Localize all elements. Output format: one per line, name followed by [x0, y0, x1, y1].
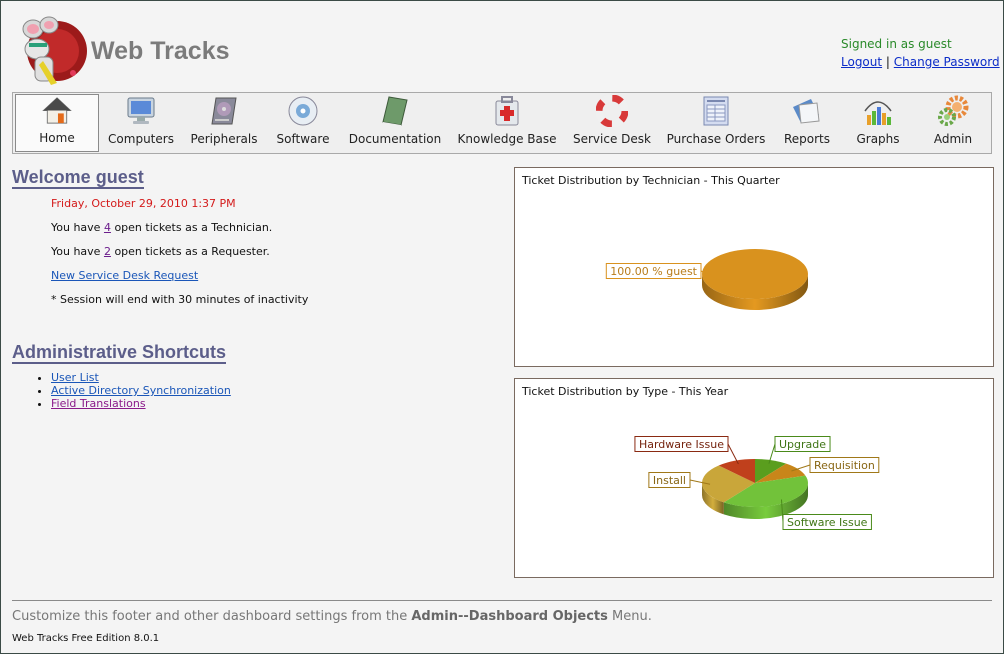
user-box: Signed in as guest Logout | Change Passw… [841, 35, 1000, 71]
nav-label: Reports [783, 132, 831, 146]
pie-label-software-issue: Software Issue [787, 516, 868, 529]
home-icon [42, 97, 72, 124]
shortcuts-list: User List Active Directory Synchronizati… [33, 371, 231, 410]
nav-label: Graphs [856, 132, 900, 146]
first-aid-kit-icon [495, 96, 519, 126]
text: open tickets as a Requester. [110, 245, 270, 258]
text: Menu. [607, 609, 652, 624]
gears-icon [938, 95, 969, 126]
new-service-desk-request-link[interactable]: New Service Desk Request [51, 269, 198, 282]
nav-label: Knowledge Base [457, 132, 557, 146]
app-title: Web Tracks [91, 37, 230, 65]
nav-label: Admin [933, 132, 973, 146]
nav-label: Purchase Orders [666, 132, 766, 146]
change-password-link[interactable]: Change Password [894, 55, 1000, 69]
monitor-icon [127, 97, 155, 124]
edition-version: Web Tracks Free Edition 8.0.1 [12, 633, 160, 644]
list-item: User List [51, 371, 231, 384]
nav-item-software[interactable]: Software [265, 94, 341, 152]
type-chart-panel: Ticket Distribution by Type - This Year … [514, 378, 994, 578]
admin-menu-reference: Admin--Dashboard Objects [411, 609, 608, 624]
pie-label-install: Install [653, 474, 686, 487]
nav-label: Software [276, 132, 330, 146]
main-nav-toolbar: Home Computers Peripherals Software Docu… [12, 92, 992, 154]
technician-pie-chart: 100.00 % guest [605, 249, 808, 310]
nav-item-documentation[interactable]: Documentation [341, 94, 449, 152]
current-date: Friday, October 29, 2010 1:37 PM [51, 197, 236, 210]
welcome-heading: Welcome guest [12, 167, 144, 189]
nav-label: Home [39, 131, 75, 145]
nav-label: Documentation [348, 132, 442, 146]
nav-label: Service Desk [573, 132, 651, 146]
text: Customize this footer and other dashboar… [12, 609, 412, 624]
pie-label-upgrade: Upgrade [779, 438, 826, 451]
list-item: Active Directory Synchronization [51, 384, 231, 397]
session-note: * Session will end with 30 minutes of in… [51, 293, 309, 306]
cd-icon [288, 96, 318, 126]
footer-divider [12, 600, 992, 601]
form-icon [703, 96, 729, 126]
pie-label-hardware-issue: Hardware Issue [639, 438, 724, 451]
technician-tickets-text: You have 4 open tickets as a Technician. [51, 221, 272, 234]
pie-slice-guest[interactable] [702, 249, 808, 299]
text: You have [51, 245, 104, 258]
shortcuts-heading: Administrative Shortcuts [12, 342, 227, 364]
requester-tickets-link[interactable]: 2 [104, 245, 111, 258]
nav-item-service-desk[interactable]: Service Desk [565, 94, 659, 152]
lifebuoy-icon [596, 95, 628, 127]
logout-link[interactable]: Logout [841, 55, 882, 69]
technician-chart-panel: Ticket Distribution by Technician - This… [514, 167, 994, 367]
reports-icon [793, 99, 820, 124]
nav-item-purchase-orders[interactable]: Purchase Orders [659, 94, 773, 152]
nav-item-graphs[interactable]: Graphs [841, 94, 915, 152]
bar-graph-icon [864, 101, 892, 125]
nav-item-computers[interactable]: Computers [99, 94, 183, 152]
footer-note: Customize this footer and other dashboar… [12, 609, 652, 624]
pie-label-requisition: Requisition [814, 459, 875, 472]
text: open tickets as a Technician. [110, 221, 273, 234]
field-translations-link[interactable]: Field Translations [51, 397, 146, 410]
requester-tickets-text: You have 2 open tickets as a Requester. [51, 245, 270, 258]
web-tracks-logo [13, 13, 91, 89]
pie-label-guest: 100.00 % guest [610, 265, 697, 278]
label-leader-line [727, 443, 739, 465]
hard-drive-icon [211, 97, 237, 125]
signed-in-status: Signed in as guest [841, 37, 952, 51]
nav-item-home[interactable]: Home [15, 94, 99, 152]
nav-item-reports[interactable]: Reports [773, 94, 841, 152]
book-icon [382, 96, 408, 126]
separator: | [885, 55, 890, 69]
list-item: Field Translations [51, 397, 231, 410]
nav-item-knowledge-base[interactable]: Knowledge Base [449, 94, 565, 152]
user-list-link[interactable]: User List [51, 371, 99, 384]
nav-label: Computers [108, 132, 174, 146]
nav-item-peripherals[interactable]: Peripherals [183, 94, 265, 152]
nav-item-admin[interactable]: Admin [915, 94, 991, 152]
text: You have [51, 221, 104, 234]
nav-label: Peripherals [190, 132, 258, 146]
technician-tickets-link[interactable]: 4 [104, 221, 111, 234]
type-pie-chart: Upgrade Requisition Software Issue Install H… [634, 436, 880, 530]
ad-sync-link[interactable]: Active Directory Synchronization [51, 384, 231, 397]
